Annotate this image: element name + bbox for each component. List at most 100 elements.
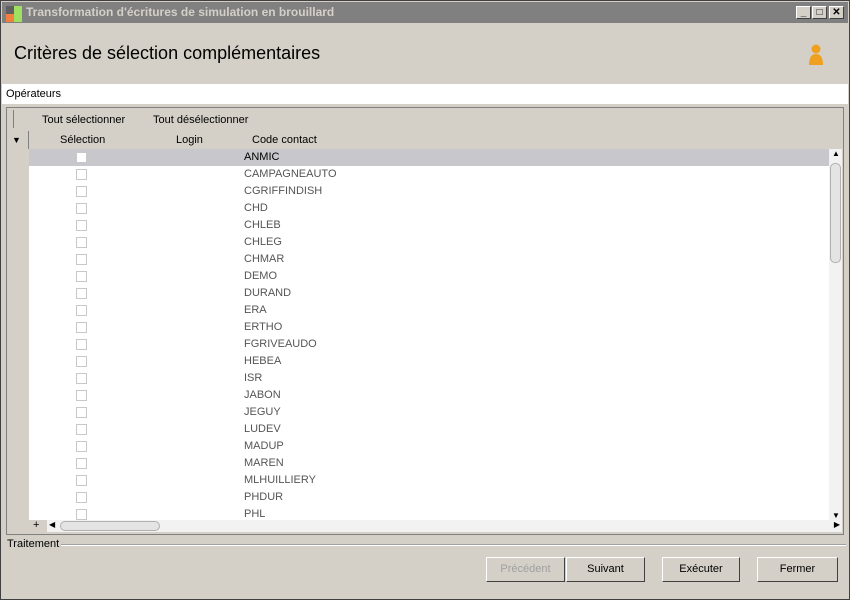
selection-checkbox[interactable] [76,356,87,367]
code-contact-cell: CAMPAGNEAUTO [244,168,337,180]
selection-checkbox[interactable] [76,220,87,231]
code-contact-cell: PHL [244,508,266,520]
table-row[interactable]: ISR [29,370,829,387]
title-bar: Transformation d'écritures de simulation… [2,2,848,23]
selection-checkbox[interactable] [76,169,87,180]
table-row[interactable]: HEBEA [29,353,829,370]
selection-checkbox[interactable] [76,339,87,350]
table-row[interactable]: ANMIC [29,149,829,166]
scroll-up-icon[interactable]: ▲ [832,149,840,158]
code-contact-cell: DURAND [244,287,292,299]
scroll-down-icon[interactable]: ▼ [832,511,840,520]
code-contact-cell: LUDEV [244,423,281,435]
selection-checkbox[interactable] [76,492,87,503]
operators-grid: Tout sélectionner Tout désélectionner ▼ … [6,107,844,535]
selection-checkbox[interactable] [76,322,87,333]
selection-checkbox[interactable] [76,458,87,469]
vertical-scrollbar[interactable]: ▲ ▼ [829,149,842,520]
column-login[interactable]: Login [176,131,203,149]
table-row[interactable]: MADUP [29,438,829,455]
code-contact-cell: ERTHO [244,321,283,333]
table-row[interactable]: ERA [29,302,829,319]
maximize-button[interactable]: □ [812,6,827,19]
table-row[interactable]: CHLEG [29,234,829,251]
table-row[interactable]: CHMAR [29,251,829,268]
horizontal-scroll-thumb[interactable] [60,521,160,531]
selection-checkbox[interactable] [76,390,87,401]
section-operateurs: Opérateurs [2,84,848,104]
selection-checkbox[interactable] [76,152,87,163]
table-row[interactable]: CHD [29,200,829,217]
code-contact-cell: CHMAR [244,253,285,265]
code-contact-cell: ANMIC [244,151,280,163]
selection-checkbox[interactable] [76,509,87,520]
table-row[interactable]: JEGUY [29,404,829,421]
table-row[interactable]: MLHUILLIERY [29,472,829,489]
vertical-scroll-thumb[interactable] [830,163,841,263]
table-row[interactable]: FGRIVEAUDO [29,336,829,353]
code-contact-cell: PHDUR [244,491,284,503]
selection-checkbox[interactable] [76,407,87,418]
code-contact-cell: FGRIVEAUDO [244,338,317,350]
table-row[interactable]: MAREN [29,455,829,472]
code-contact-cell: MADUP [244,440,284,452]
code-contact-cell: DEMO [244,270,277,282]
processing-label: Traitement [7,538,60,550]
selection-checkbox[interactable] [76,237,87,248]
close-button[interactable]: Fermer [757,557,838,582]
app-icon [6,6,22,22]
selection-checkbox[interactable] [76,288,87,299]
close-window-button[interactable]: ✕ [829,6,844,19]
selection-checkbox[interactable] [76,271,87,282]
select-all-button[interactable]: Tout sélectionner [42,110,125,130]
code-contact-cell: ERA [244,304,267,316]
page-title: Critères de sélection complémentaires [14,43,321,63]
code-contact-cell: CHLEG [244,236,282,248]
code-contact-cell: CHD [244,202,268,214]
minimize-button[interactable]: _ [796,6,811,19]
column-menu-icon[interactable]: ▼ [12,131,21,149]
table-row[interactable]: DEMO [29,268,829,285]
table-row[interactable]: CAMPAGNEAUTO [29,166,829,183]
selection-checkbox[interactable] [76,305,87,316]
selection-checkbox[interactable] [76,254,87,265]
grid-rows: ANMIC CAMPAGNEAUTO CGRIFFINDISH CHD CHLEB CHL… [29,149,829,520]
selection-checkbox[interactable] [76,441,87,452]
selection-checkbox[interactable] [76,203,87,214]
table-row[interactable]: PHDUR [29,489,829,506]
selection-checkbox[interactable] [76,475,87,486]
scroll-right-icon[interactable]: ▶ [834,520,840,529]
code-contact-cell: MLHUILLIERY [244,474,316,486]
table-row[interactable]: CGRIFFINDISH [29,183,829,200]
code-contact-cell: JABON [244,389,281,401]
previous-button[interactable]: Précédent [486,557,565,582]
selection-checkbox[interactable] [76,373,87,384]
deselect-all-button[interactable]: Tout désélectionner [153,110,248,130]
code-contact-cell: CGRIFFINDISH [244,185,323,197]
table-row[interactable]: LUDEV [29,421,829,438]
code-contact-cell: ISR [244,372,263,384]
code-contact-cell: HEBEA [244,355,282,367]
window: Transformation d'écritures de simulation… [0,0,850,600]
execute-button[interactable]: Exécuter [662,557,740,582]
column-code-contact[interactable]: Code contact [252,131,317,149]
table-row[interactable]: ERTHO [29,319,829,336]
table-row[interactable]: DURAND [29,285,829,302]
selection-checkbox[interactable] [76,424,87,435]
divider [61,544,846,546]
next-button[interactable]: Suivant [566,557,645,582]
table-row[interactable]: JABON [29,387,829,404]
scroll-left-icon[interactable]: ◀ [49,520,55,529]
table-row[interactable]: CHLEB [29,217,829,234]
selection-checkbox[interactable] [76,186,87,197]
code-contact-cell: CHLEB [244,219,281,231]
column-header: ▼ Sélection Login Code contact [7,131,843,149]
user-icon [809,44,823,65]
column-selection[interactable]: Sélection [60,131,105,149]
add-row-button[interactable]: + [33,519,39,531]
table-row[interactable]: PHL [29,506,829,520]
horizontal-scrollbar[interactable]: ◀ ▶ [47,520,842,532]
code-contact-cell: JEGUY [244,406,281,418]
code-contact-cell: MAREN [244,457,284,469]
window-title: Transformation d'écritures de simulation… [26,5,335,19]
